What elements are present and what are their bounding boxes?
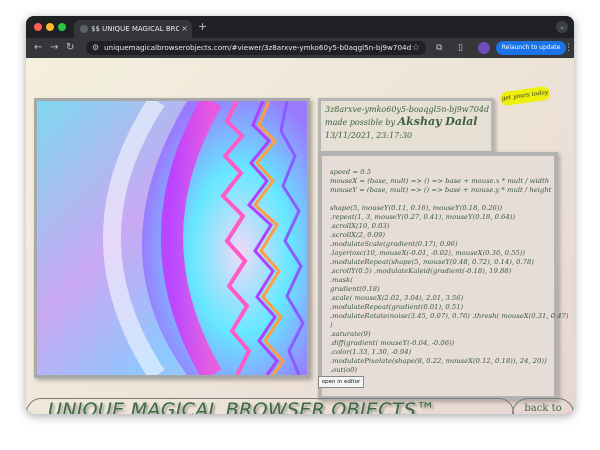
- made-by-line: made possible by Akshay Dalal: [325, 115, 477, 128]
- code-line: gradient(0.18): [330, 285, 380, 293]
- object-info-panel: 3z8arxve-ymko60y5-boaqgl5n-bj9w704d made…: [318, 98, 494, 154]
- page-content: 3z8arxve-ymko60y5-boaqgl5n-bj9w704d made…: [26, 58, 574, 414]
- back-label-line1: back to: [524, 403, 562, 414]
- new-tab-button[interactable]: +: [198, 20, 207, 34]
- open-in-editor-button[interactable]: open in editor: [318, 376, 364, 388]
- code-line: .color(1.33, 1.30, -0.94): [330, 348, 412, 356]
- code-listing: speed = 0.5 mouseX = (base, mult) => () =…: [322, 156, 569, 396]
- back-to-gallery-button[interactable]: back to gallery: [512, 398, 574, 414]
- author-name: Akshay Dalal: [397, 115, 478, 128]
- code-line: .modulateRepeat(gradient(0.01), 0.51): [330, 303, 464, 311]
- made-by-prefix: made possible by: [325, 118, 396, 127]
- created-date: 13/11/2021, 23:17:30: [325, 131, 413, 140]
- browser-tab[interactable]: $$ UNIQUE MAGICAL BROWSER OBJECTS™ ×: [74, 20, 192, 38]
- forward-arrow-icon[interactable]: →: [50, 41, 58, 55]
- maximize-window-button[interactable]: [58, 23, 66, 31]
- bookmark-star-icon[interactable]: ☆: [412, 41, 420, 55]
- extensions-icon[interactable]: ⧉: [436, 41, 442, 55]
- code-line: .mask(: [330, 276, 353, 284]
- address-bar[interactable]: ⚙ uniquemagicalbrowserobjects.com/#viewe…: [86, 41, 426, 55]
- code-panel: speed = 0.5 mouseX = (base, mult) => () =…: [318, 152, 569, 400]
- tab-title: $$ UNIQUE MAGICAL BROWSER OBJECTS™: [91, 25, 179, 33]
- code-line: .scale( mouseX(2.02, 3.04), 2.01, 3.56): [330, 294, 464, 302]
- url-text[interactable]: uniquemagicalbrowserobjects.com/#viewer/…: [104, 41, 411, 55]
- code-line: shape(5, mouseY(0.11, 0.16), mouseY(0.18…: [330, 204, 503, 212]
- code-line: .modulatePixelate(shape(8, 0.22, mouseX(…: [330, 357, 547, 365]
- shader-canvas[interactable]: [37, 101, 307, 375]
- back-arrow-icon[interactable]: ←: [34, 41, 42, 55]
- reload-icon[interactable]: ↻: [66, 41, 74, 55]
- object-id: 3z8arxve-ymko60y5-boaqgl5n-bj9w704d: [325, 105, 490, 114]
- close-window-button[interactable]: [34, 23, 42, 31]
- favicon-icon: [80, 25, 88, 33]
- profile-avatar[interactable]: [478, 42, 490, 54]
- code-line: .repeat(1, 3, mouseY(0.27, 0.41), mouseY…: [330, 213, 516, 221]
- relaunch-button[interactable]: Relaunch to update: [496, 41, 566, 55]
- site-settings-icon[interactable]: ⚙: [92, 41, 99, 55]
- code-line: .scrollX(10, 0.03): [330, 222, 390, 230]
- code-line: .layer(osc(10, mouseX(-0.01, -0.02), mou…: [330, 249, 526, 257]
- code-line: .scrollY(0.5) .modulateKaleid(gradient(-…: [330, 267, 512, 275]
- code-line: ): [330, 321, 333, 329]
- code-line: mouseY = (base, mult) => () => base + mo…: [330, 186, 552, 194]
- code-line: .saturate(9): [330, 330, 371, 338]
- minimize-window-button[interactable]: [46, 23, 54, 31]
- tab-search-icon[interactable]: ⌄: [556, 21, 568, 33]
- canvas-frame: [34, 98, 310, 378]
- sidebar-icon[interactable]: ▯: [458, 41, 463, 55]
- code-line: .modulateScale(gradient(0.17), 0.96): [330, 240, 458, 248]
- browser-window: $$ UNIQUE MAGICAL BROWSER OBJECTS™ × + ⌄…: [26, 16, 574, 414]
- code-line: .out(o0): [330, 366, 358, 374]
- code-line: .scrollX(2, 0.09): [330, 231, 386, 239]
- code-line: mouseX = (base, mult) => () => base + mo…: [330, 177, 550, 185]
- site-title: UNIQUE MAGICAL BROWSER OBJECTS™: [48, 399, 436, 414]
- browser-menu-icon[interactable]: ⋮: [564, 41, 573, 55]
- code-line: .modulateRepeat(shape(5, mouseY(0.48, 0.…: [330, 258, 534, 266]
- get-yours-badge[interactable]: get yours today: [499, 85, 551, 107]
- code-line: speed = 0.5: [330, 168, 372, 176]
- tab-strip: $$ UNIQUE MAGICAL BROWSER OBJECTS™ × + ⌄: [26, 16, 574, 38]
- close-tab-icon[interactable]: ×: [181, 20, 188, 38]
- browser-toolbar: ← → ↻ ⚙ uniquemagicalbrowserobjects.com/…: [26, 38, 574, 58]
- code-line: .diff(gradient( mouseY(-0.04, -0.06)): [330, 339, 455, 347]
- code-line: .modulateRotate(noise(3.45, 0.07), 0.76)…: [330, 312, 569, 320]
